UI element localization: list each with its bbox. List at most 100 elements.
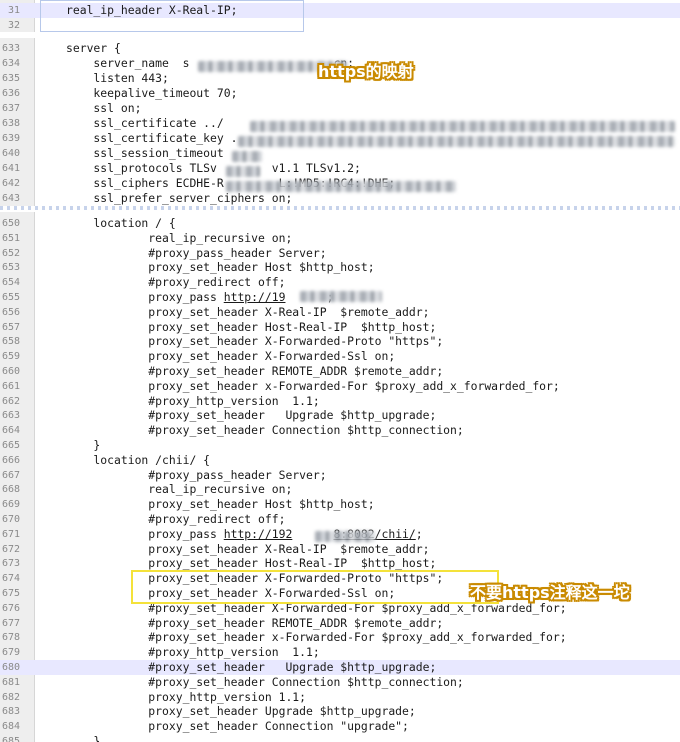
code-text[interactable]: #proxy_set_header Connection $http_conne… — [66, 675, 463, 690]
code-text[interactable]: ssl_protocols TLSv v1.1 TLSv1.2; — [66, 161, 360, 176]
line-number: 667 — [1, 469, 20, 481]
code-line[interactable]: 643 ssl_prefer_server_ciphers on; — [0, 191, 680, 206]
code-text[interactable]: proxy_pass http://19 ; — [66, 290, 333, 305]
code-text[interactable]: proxy_set_header Host $http_host; — [66, 260, 374, 275]
code-text[interactable]: proxy_set_header X-Forwarded-Ssl on; — [66, 349, 395, 364]
code-text[interactable]: proxy_set_header X-Real-IP $remote_addr; — [66, 542, 429, 557]
code-line[interactable]: 678 #proxy_set_header x-Forwarded-For $p… — [0, 630, 680, 645]
code-line[interactable]: 685 } — [0, 734, 680, 742]
code-text[interactable]: #proxy_redirect off; — [66, 275, 285, 290]
code-line[interactable]: 640 ssl_session_timeout — [0, 146, 680, 161]
line-number: 658 — [1, 336, 20, 348]
code-line[interactable]: 653 proxy_set_header Host $http_host; — [0, 260, 680, 275]
code-line[interactable]: 682 proxy_http_version 1.1; — [0, 690, 680, 705]
code-line[interactable]: 658 proxy_set_header X-Forwarded-Proto "… — [0, 334, 680, 349]
code-text[interactable]: #proxy_http_version 1.1; — [66, 394, 319, 409]
code-line[interactable]: 659 proxy_set_header X-Forwarded-Ssl on; — [0, 349, 680, 364]
code-line[interactable]: 667 #proxy_pass_header Server; — [0, 468, 680, 483]
code-line[interactable]: 633 server { — [0, 41, 680, 56]
code-text[interactable]: ssl_certificate ../ — [66, 116, 223, 131]
code-text[interactable]: #proxy_set_header REMOTE_ADDR $remote_ad… — [66, 616, 443, 631]
line-number: 642 — [1, 178, 20, 189]
code-text[interactable]: location / { — [66, 216, 175, 231]
code-text[interactable]: real_ip_recursive on; — [66, 231, 292, 246]
code-line[interactable]: 684 proxy_set_header Connection "upgrade… — [0, 719, 680, 734]
code-line[interactable]: 669 proxy_set_header Host $http_host; — [0, 497, 680, 512]
code-line[interactable]: 662 #proxy_http_version 1.1; — [0, 394, 680, 409]
code-segment: #proxy_set_header Upgrade $http_upgrade; — [66, 660, 437, 674]
line-number: 637 — [1, 103, 20, 114]
code-line[interactable]: 654 #proxy_redirect off; — [0, 275, 680, 290]
code-text[interactable]: server { — [66, 41, 121, 56]
top-snippet-panel: 31 real_ip_header X-Real-IP; 32 — [0, 0, 680, 32]
code-text[interactable]: proxy_set_header Connection "upgrade"; — [66, 719, 409, 734]
code-text[interactable]: proxy_set_header x-Forwarded-For $proxy_… — [66, 379, 559, 394]
code-text[interactable]: #proxy_set_header Connection $http_conne… — [66, 423, 463, 438]
code-line[interactable]: 681 #proxy_set_header Connection $http_c… — [0, 675, 680, 690]
code-line[interactable]: 32 — [0, 18, 680, 32]
code-text[interactable]: #proxy_pass_header Server; — [66, 246, 326, 261]
code-text[interactable]: ssl on; — [66, 101, 141, 116]
code-text[interactable]: real_ip_recursive on; — [66, 482, 292, 497]
code-line[interactable]: 636 keepalive_timeout 70; — [0, 86, 680, 101]
redacted-chii-proxy-host — [315, 531, 375, 542]
code-text[interactable]: ssl_prefer_server_ciphers on; — [66, 191, 292, 206]
code-text[interactable]: proxy_set_header X-Real-IP $remote_addr; — [66, 305, 429, 320]
line-number: 657 — [1, 321, 20, 333]
code-line[interactable]: 683 proxy_set_header Upgrade $http_upgra… — [0, 704, 680, 719]
code-text[interactable]: proxy_set_header Host-Real-IP $http_host… — [66, 320, 436, 335]
code-line[interactable]: 677 #proxy_set_header REMOTE_ADDR $remot… — [0, 616, 680, 631]
code-text[interactable]: proxy_http_version 1.1; — [66, 690, 306, 705]
code-segment: } — [66, 438, 101, 452]
code-text[interactable]: proxy_set_header X-Forwarded-Proto "http… — [66, 334, 443, 349]
code-text[interactable]: location /chii/ { — [66, 453, 210, 468]
code-line[interactable]: 668 real_ip_recursive on; — [0, 482, 680, 497]
code-line[interactable]: 665 } — [0, 438, 680, 453]
code-segment: proxy_set_header X-Forwarded-Proto "http… — [66, 571, 444, 586]
proxy-url-link[interactable]: http://192 — [224, 527, 293, 541]
code-line[interactable]: 661 proxy_set_header x-Forwarded-For $pr… — [0, 379, 680, 394]
code-text[interactable]: #proxy_pass_header Server; — [66, 468, 326, 483]
code-line[interactable]: 641 ssl_protocols TLSv v1.1 TLSv1.2; — [0, 161, 680, 176]
code-line[interactable]: 672 proxy_set_header X-Real-IP $remote_a… — [0, 542, 680, 557]
code-line[interactable]: 664 #proxy_set_header Connection $http_c… — [0, 423, 680, 438]
code-text[interactable]: #proxy_set_header Upgrade $http_upgrade; — [66, 408, 436, 423]
code-line[interactable]: 660 #proxy_set_header REMOTE_ADDR $remot… — [0, 364, 680, 379]
code-line[interactable]: 31 real_ip_header X-Real-IP; — [0, 3, 680, 18]
code-text[interactable]: listen 443; — [66, 71, 168, 86]
code-text[interactable]: #proxy_set_header Upgrade $http_upgrade; — [66, 660, 436, 675]
line-number: 674 — [1, 573, 20, 585]
code-text[interactable]: } — [66, 438, 100, 453]
code-text[interactable]: #proxy_redirect off; — [66, 512, 285, 527]
code-text[interactable]: ssl_session_timeout — [66, 146, 223, 161]
code-text[interactable]: proxy_set_header Host $http_host; — [66, 497, 375, 512]
code-line[interactable]: 657 proxy_set_header Host-Real-IP $http_… — [0, 320, 680, 335]
code-line[interactable]: 637 ssl on; — [0, 101, 680, 116]
line-number: 641 — [1, 163, 20, 174]
code-text[interactable]: proxy_set_header Host-Real-IP $http_host… — [66, 556, 436, 571]
code-text[interactable]: proxy_set_header Upgrade $http_upgrade; — [66, 704, 415, 719]
proxy-url-link[interactable]: http://19 — [224, 290, 286, 304]
code-text[interactable]: ssl_certificate_key . — [66, 131, 237, 146]
code-line[interactable]: 670 #proxy_redirect off; — [0, 512, 680, 527]
code-text[interactable]: keepalive_timeout 70; — [66, 86, 237, 101]
code-line[interactable]: 666 location /chii/ { — [0, 453, 680, 468]
code-text[interactable]: #proxy_set_header x-Forwarded-For $proxy… — [66, 630, 566, 645]
code-line[interactable]: 651 real_ip_recursive on; — [0, 231, 680, 246]
code-line[interactable]: 673 proxy_set_header Host-Real-IP $http_… — [0, 556, 680, 571]
code-line[interactable]: 650 location / { — [0, 216, 680, 231]
code-text[interactable]: } — [66, 734, 100, 742]
code-text[interactable]: #proxy_http_version 1.1; — [66, 645, 319, 660]
code-line[interactable]: 656 proxy_set_header X-Real-IP $remote_a… — [0, 305, 680, 320]
line-number: 683 — [1, 706, 20, 718]
code-line[interactable]: 679 #proxy_http_version 1.1; — [0, 645, 680, 660]
code-segment: server_name s — [66, 56, 190, 70]
code-text[interactable]: real_ip_header X-Real-IP; — [66, 3, 237, 18]
code-line[interactable]: 652 #proxy_pass_header Server; — [0, 246, 680, 261]
code-line[interactable]: 663 #proxy_set_header Upgrade $http_upgr… — [0, 408, 680, 423]
code-text[interactable]: proxy_set_header X-Forwarded-Ssl on; — [66, 586, 395, 601]
code-line[interactable]: 680 #proxy_set_header Upgrade $http_upgr… — [0, 660, 680, 675]
code-text[interactable]: #proxy_set_header REMOTE_ADDR $remote_ad… — [66, 364, 443, 379]
code-text[interactable]: proxy_set_header X-Forwarded-Proto "http… — [66, 571, 443, 586]
code-segment: proxy_set_header Host $http_host; — [66, 497, 375, 512]
